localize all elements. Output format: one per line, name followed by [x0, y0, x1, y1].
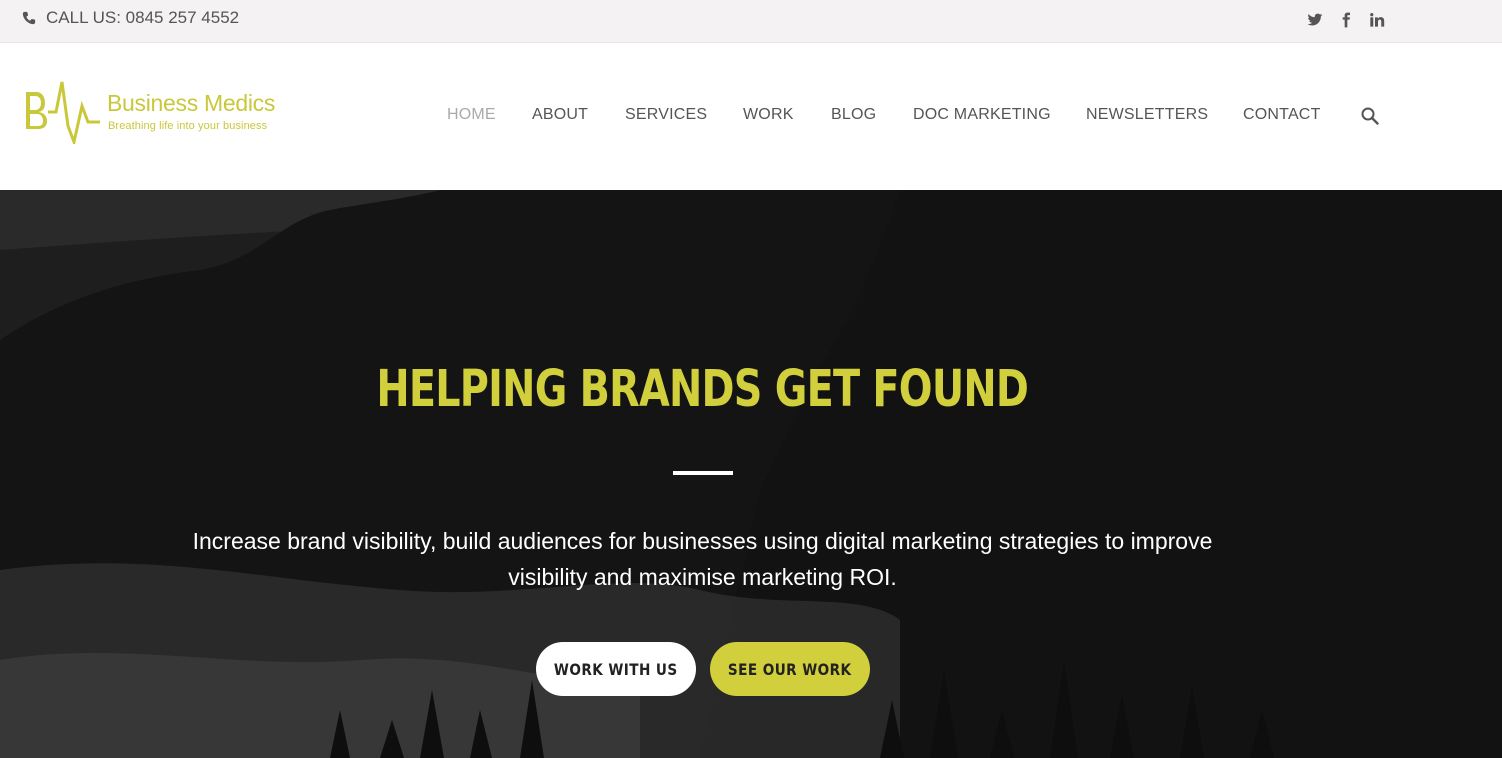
site-header: Business Medics Breathing life into your…: [0, 43, 1502, 190]
hero-subtitle: Increase brand visibility, build audienc…: [192, 528, 1213, 590]
hero-section: HELPING BRANDS GET FOUND Increase brand …: [0, 190, 1502, 758]
nav-item-blog[interactable]: BLOG: [831, 106, 876, 124]
search-icon[interactable]: [1361, 107, 1379, 125]
hero-title: HELPING BRANDS GET FOUND: [376, 360, 1029, 419]
nav-item-services[interactable]: SERVICES: [625, 106, 707, 124]
nav-item-newsletters[interactable]: NEWSLETTERS: [1086, 106, 1208, 124]
work-with-us-label: WORK WITH US: [554, 659, 678, 679]
main-nav: HOME ABOUT SERVICES WORK BLOG DOC MARKET…: [0, 106, 1502, 126]
twitter-icon[interactable]: [1306, 11, 1324, 29]
hero-divider: [673, 471, 733, 475]
facebook-icon[interactable]: [1337, 11, 1355, 29]
nav-item-about[interactable]: ABOUT: [532, 106, 588, 124]
social-links: [1306, 11, 1386, 29]
see-our-work-label: SEE OUR WORK: [728, 659, 852, 679]
see-our-work-button[interactable]: SEE OUR WORK: [710, 642, 870, 696]
nav-item-contact[interactable]: CONTACT: [1243, 106, 1321, 124]
call-us-contact[interactable]: CALL US: 0845 257 4552: [22, 8, 239, 28]
nav-item-work[interactable]: WORK: [743, 106, 794, 124]
work-with-us-button[interactable]: WORK WITH US: [536, 642, 696, 696]
linkedin-icon[interactable]: [1368, 11, 1386, 29]
phone-text: CALL US: 0845 257 4552: [46, 8, 240, 27]
phone-icon: [22, 11, 36, 25]
top-bar: CALL US: 0845 257 4552: [0, 0, 1502, 43]
nav-item-doc-marketing[interactable]: DOC MARKETING: [913, 106, 1051, 124]
nav-item-home[interactable]: HOME: [447, 106, 496, 124]
